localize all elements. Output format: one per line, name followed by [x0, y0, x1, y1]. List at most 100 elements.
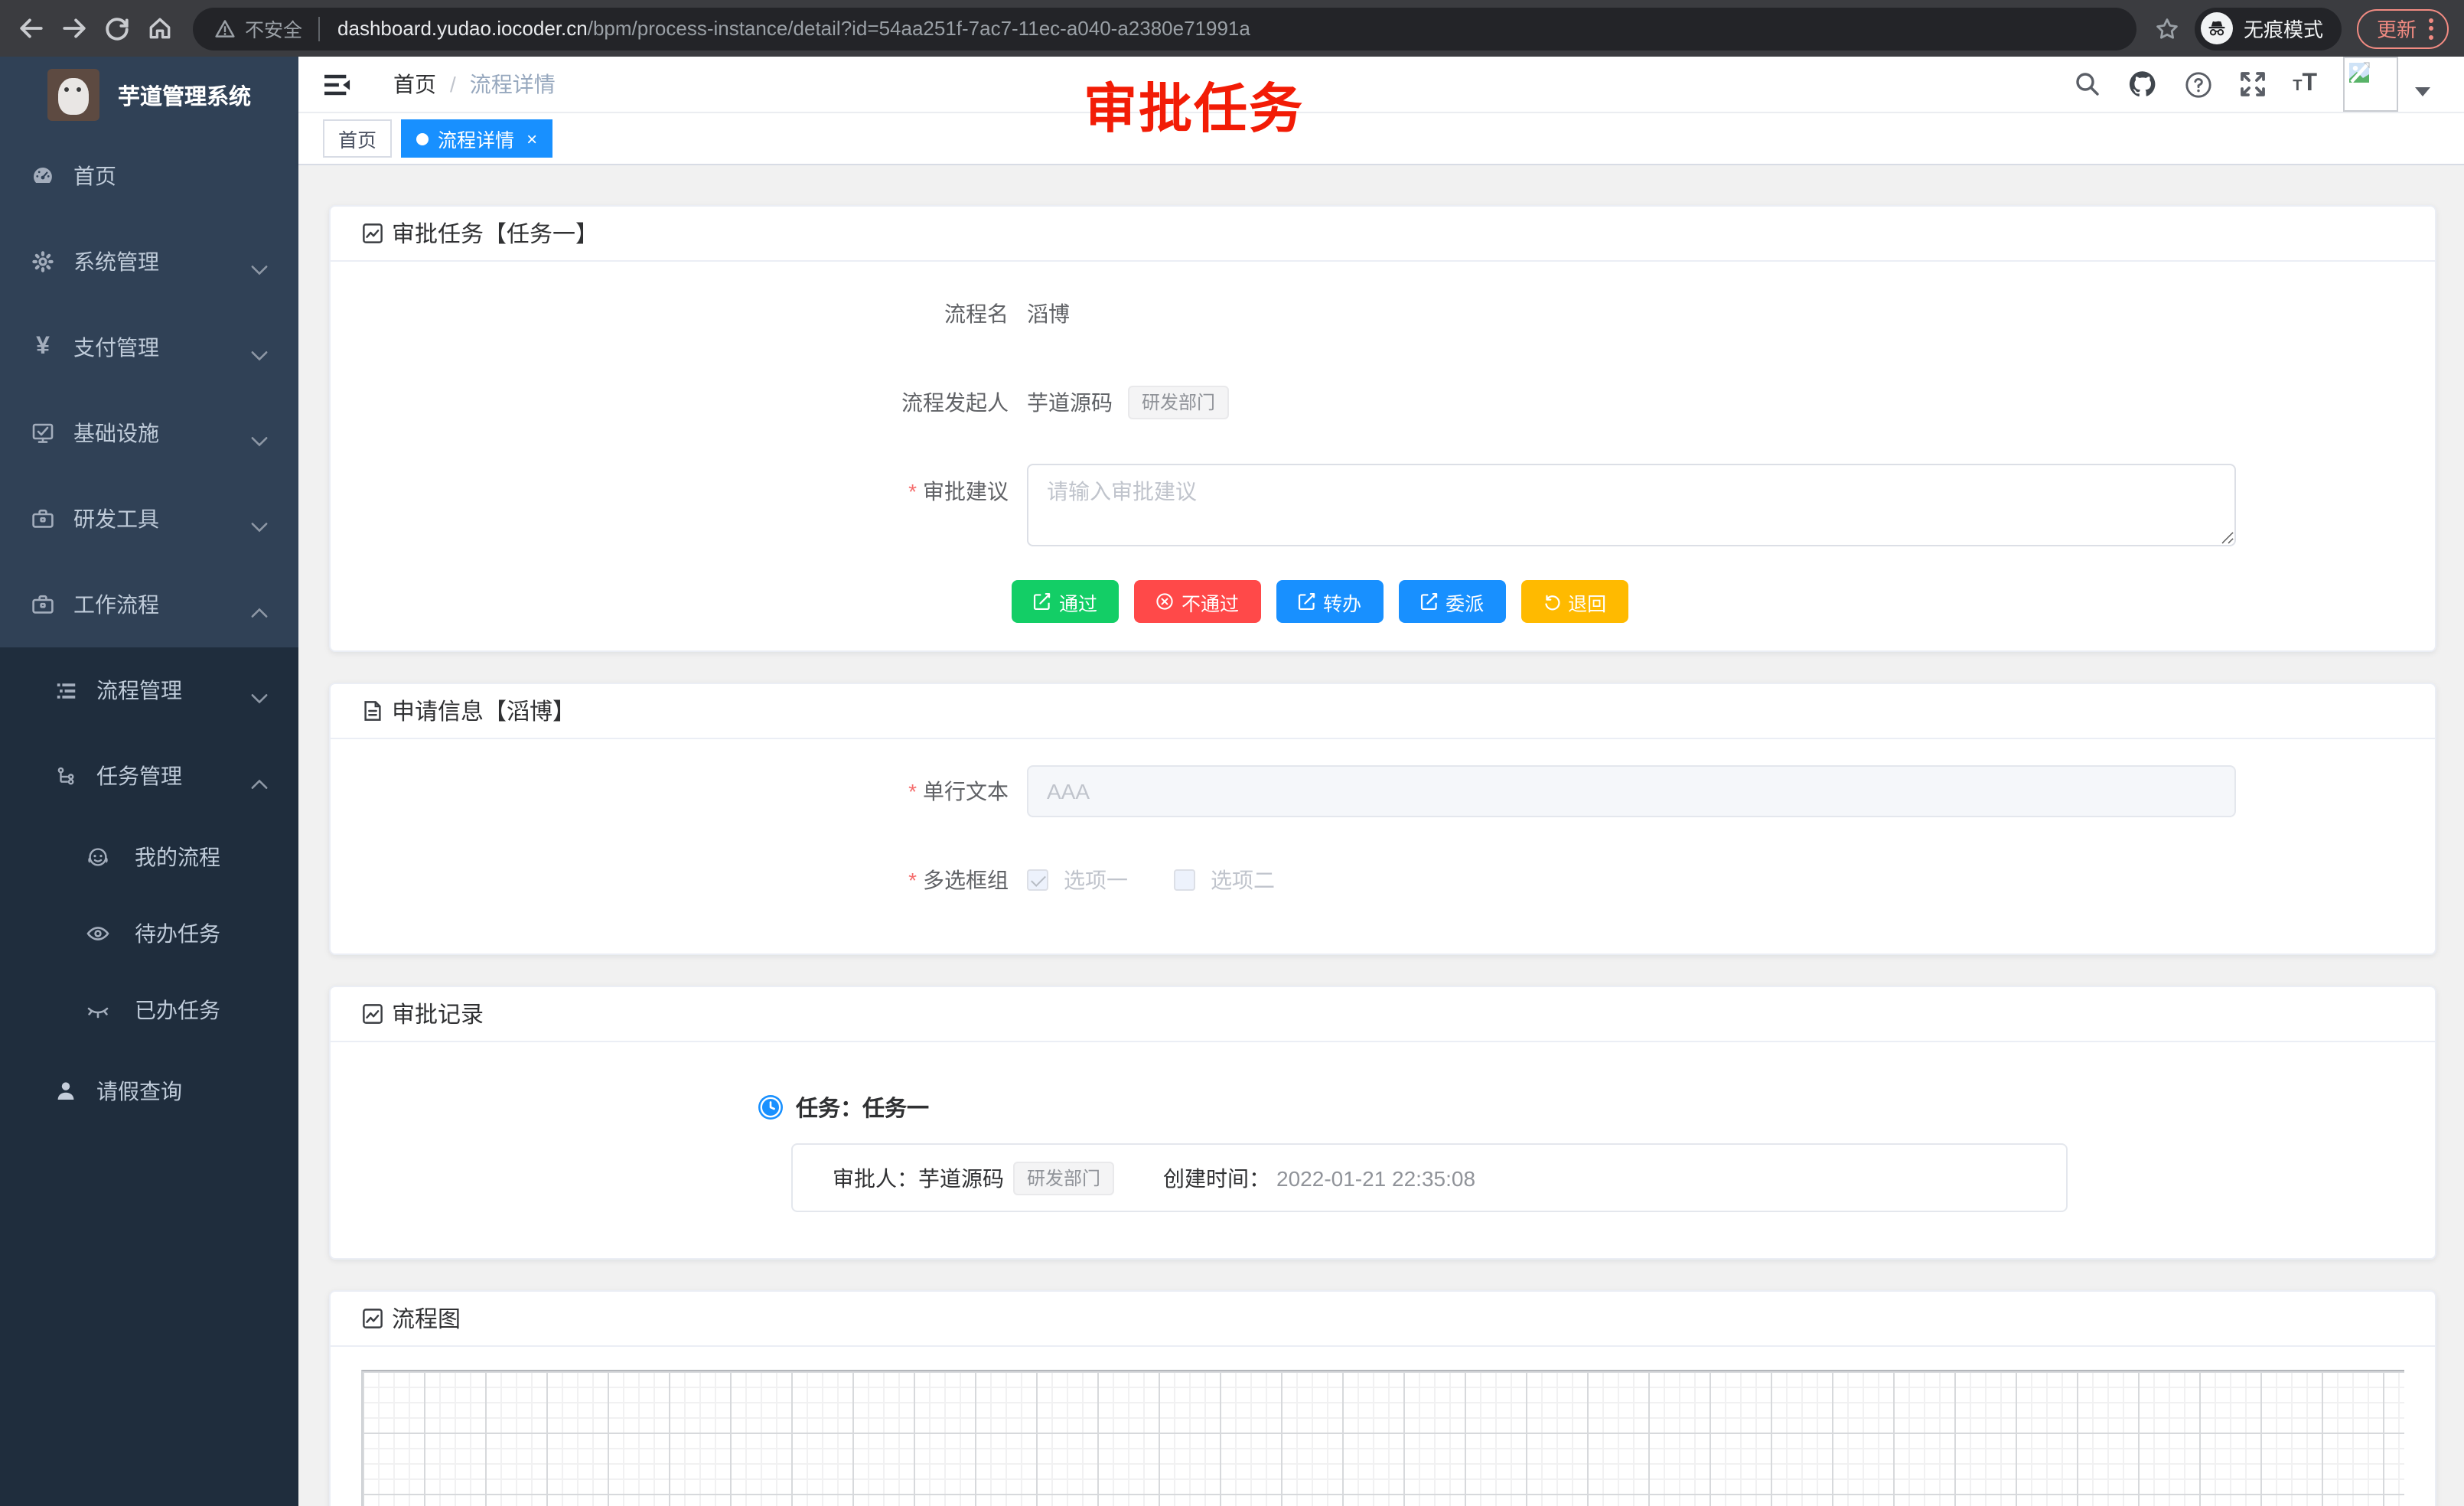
- sidebar: 芋道管理系统 首页 系统管理 ¥ 支付管: [0, 57, 298, 1506]
- timeline-item: 任务：任务一: [758, 1091, 2404, 1123]
- chevron-up-icon: [251, 598, 268, 623]
- yen-icon: ¥: [31, 335, 55, 360]
- page-content: 审批任务【任务一】 流程名 滔博 流程发起人 芋道源码 研发部门: [298, 165, 2464, 1506]
- transfer-button[interactable]: 转办: [1276, 580, 1383, 623]
- chevron-down-icon: [251, 427, 268, 451]
- fullscreen-icon[interactable]: [2239, 70, 2267, 98]
- sidebar-item-label: 任务管理: [96, 761, 182, 791]
- close-icon[interactable]: ×: [526, 129, 537, 148]
- sidebar-item-home[interactable]: 首页: [0, 133, 298, 219]
- sidebar-item-workflow[interactable]: 工作流程: [0, 562, 298, 647]
- help-icon[interactable]: [2184, 70, 2213, 99]
- approve-button[interactable]: 通过: [1012, 580, 1119, 623]
- button-label: 不通过: [1181, 587, 1239, 616]
- bookmark-star-icon[interactable]: [2155, 16, 2179, 41]
- update-label: 更新: [2377, 14, 2417, 43]
- tab-process-detail[interactable]: 流程详情 ×: [401, 119, 552, 158]
- search-icon[interactable]: [2074, 70, 2101, 98]
- clock-icon: [758, 1094, 784, 1120]
- initiator-name: 芋道源码: [1027, 375, 1113, 430]
- eye-closed-icon: [86, 998, 110, 1022]
- sidebar-fold-icon[interactable]: [323, 70, 354, 98]
- apply-info-card: 申请信息【滔博】 单行文本 多选框组 选项一: [329, 683, 2436, 955]
- reload-icon[interactable]: [95, 7, 138, 50]
- tags-view-bar: 首页 流程详情 ×: [298, 113, 2464, 165]
- process-name-row: 流程名 滔博: [361, 286, 2404, 341]
- address-bar[interactable]: 不安全 dashboard.yudao.iocoder.cn/bpm/proce…: [193, 7, 2136, 50]
- sidebar-item-payment[interactable]: ¥ 支付管理: [0, 305, 298, 390]
- apply-card-header: 申请信息【滔博】: [331, 684, 2435, 739]
- sidebar-item-devtools[interactable]: 研发工具: [0, 476, 298, 562]
- breadcrumb-current: 流程详情: [470, 69, 556, 99]
- github-icon[interactable]: [2127, 69, 2158, 99]
- button-label: 通过: [1059, 587, 1097, 616]
- incognito-icon: [2201, 12, 2233, 44]
- breadcrumb-home[interactable]: 首页: [393, 69, 436, 99]
- back-icon[interactable]: [9, 7, 52, 50]
- checkbox-option1-label: 选项一: [1064, 865, 1128, 895]
- app-title: 芋道管理系统: [118, 79, 251, 111]
- avatar-caret-icon[interactable]: [2415, 87, 2430, 96]
- sidebar-item-system[interactable]: 系统管理: [0, 219, 298, 305]
- sidebar-item-my-process[interactable]: 我的流程: [0, 819, 298, 895]
- sidebar-item-leave-query[interactable]: 请假查询: [0, 1048, 298, 1134]
- checkbox-group: 选项一 选项二: [1027, 865, 1275, 895]
- suggestion-input[interactable]: [1027, 464, 2236, 546]
- card-title: 审批任务【任务一】: [392, 217, 598, 249]
- home-icon[interactable]: [138, 7, 181, 50]
- card-title: 申请信息【滔博】: [392, 695, 575, 727]
- tree-icon: [54, 764, 78, 788]
- approval-record-card: 审批记录 任务：任务一 审批人： 芋道源码 研发部门 创建时间： 2022-01: [329, 986, 2436, 1260]
- sidebar-item-label: 已办任务: [135, 995, 220, 1025]
- app-header: 首页 / 流程详情 TT: [298, 57, 2464, 113]
- initiator-value: 芋道源码 研发部门: [1027, 375, 1229, 430]
- edit-icon: [1297, 592, 1315, 611]
- sidebar-item-label: 研发工具: [73, 504, 159, 534]
- toolbox-icon: [31, 507, 55, 531]
- sidebar-item-done-tasks[interactable]: 已办任务: [0, 972, 298, 1048]
- browser-menu-icon[interactable]: [2429, 18, 2433, 39]
- initiator-row: 流程发起人 芋道源码 研发部门: [361, 375, 2404, 430]
- monitor-icon: [31, 421, 55, 445]
- sidebar-item-label: 支付管理: [73, 332, 159, 363]
- diagram-card-body: [331, 1347, 2435, 1506]
- diagram-card-header: 流程图: [331, 1292, 2435, 1347]
- workflow-submenu: 流程管理 任务管理 我的流程: [0, 647, 298, 1506]
- sidebar-item-label: 基础设施: [73, 418, 159, 448]
- sidebar-item-process-mgmt[interactable]: 流程管理: [0, 647, 298, 733]
- initiator-label: 流程发起人: [361, 375, 1027, 430]
- url-host: dashboard.yudao.iocoder.cn: [337, 17, 588, 40]
- divider: [318, 16, 319, 41]
- sidebar-logo-row[interactable]: 芋道管理系统: [0, 57, 298, 133]
- screen: 不安全 dashboard.yudao.iocoder.cn/bpm/proce…: [0, 0, 2464, 1506]
- sidebar-menu: 首页 系统管理 ¥ 支付管理: [0, 133, 298, 647]
- annotation-text: 审批任务: [1084, 66, 1304, 144]
- browser-update-button[interactable]: 更新: [2357, 8, 2449, 48]
- picture-icon: [361, 1307, 384, 1330]
- sidebar-item-label: 流程管理: [96, 675, 182, 706]
- list-icon: [54, 678, 78, 702]
- tab-home[interactable]: 首页: [323, 119, 392, 158]
- browser-toolbar: 不安全 dashboard.yudao.iocoder.cn/bpm/proce…: [0, 0, 2464, 57]
- forward-icon[interactable]: [52, 7, 95, 50]
- checkbox-row: 多选框组 选项一 选项二: [361, 852, 2404, 908]
- sidebar-item-label: 待办任务: [135, 918, 220, 949]
- sidebar-item-infra[interactable]: 基础设施: [0, 390, 298, 476]
- breadcrumb: 首页 / 流程详情: [393, 69, 556, 99]
- single-text-label: 单行文本: [361, 764, 1027, 819]
- edit-icon: [1033, 592, 1051, 611]
- process-name-label: 流程名: [361, 286, 1027, 341]
- font-size-icon[interactable]: TT: [2293, 70, 2317, 98]
- sidebar-item-task-mgmt[interactable]: 任务管理: [0, 733, 298, 819]
- approver-label: 审批人：: [833, 1162, 918, 1193]
- return-button[interactable]: 退回: [1520, 580, 1628, 623]
- approval-card-header: 审批任务【任务一】: [331, 207, 2435, 262]
- reject-button[interactable]: 不通过: [1134, 580, 1260, 623]
- picture-icon: [361, 1002, 384, 1025]
- single-text-row: 单行文本: [361, 764, 2404, 819]
- delegate-button[interactable]: 委派: [1398, 580, 1505, 623]
- active-dot: [416, 132, 429, 145]
- eye-open-icon: [86, 921, 110, 946]
- avatar[interactable]: [2343, 57, 2398, 112]
- sidebar-item-todo-tasks[interactable]: 待办任务: [0, 895, 298, 972]
